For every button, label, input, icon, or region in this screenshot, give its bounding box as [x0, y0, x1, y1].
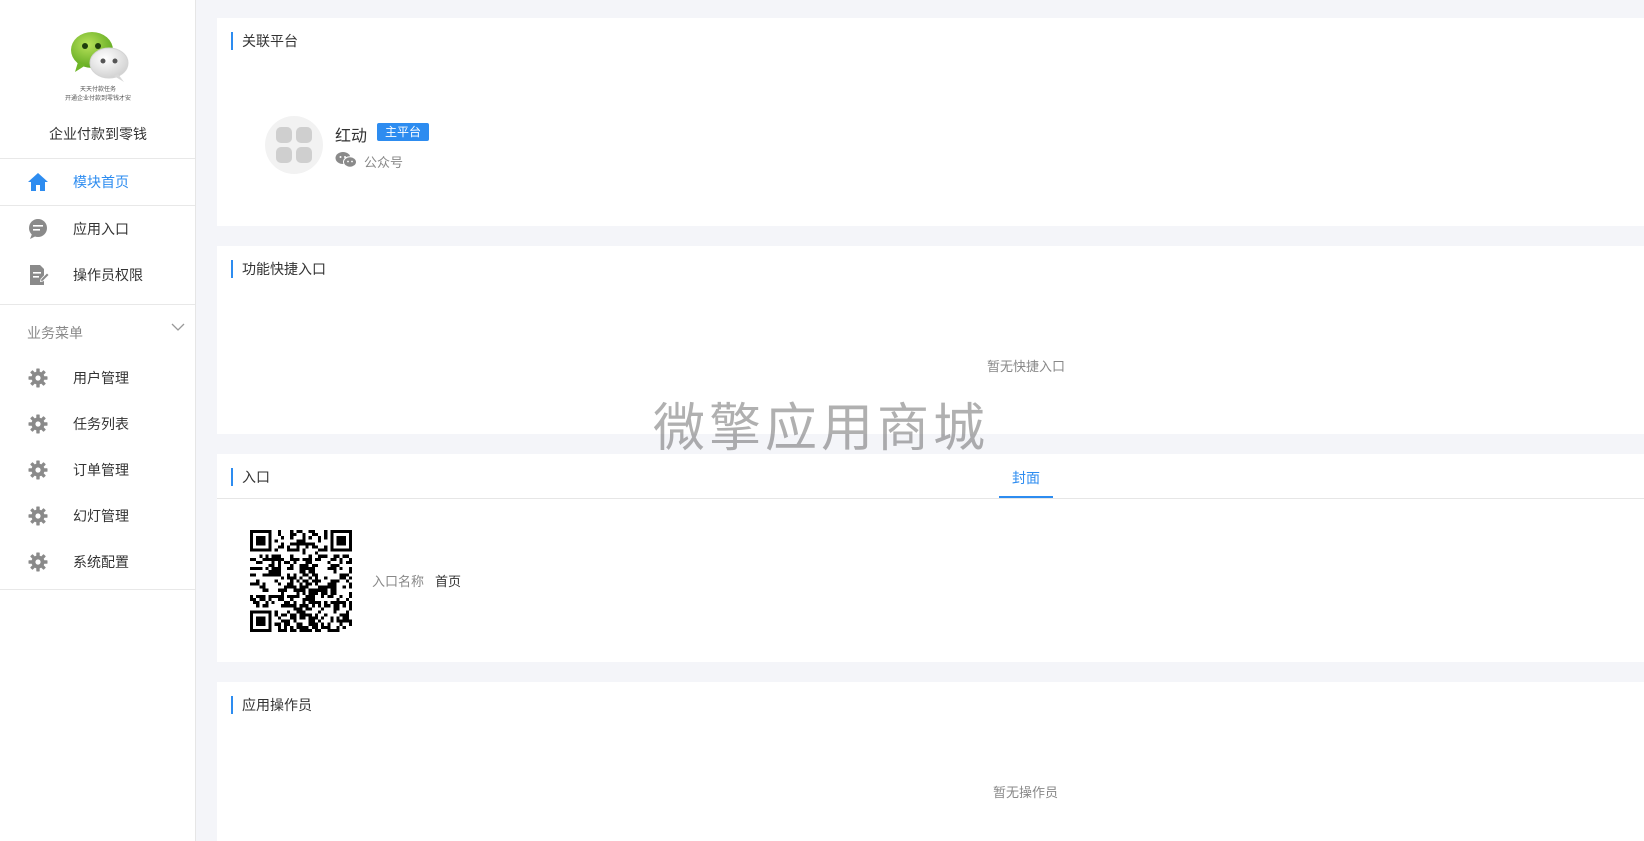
card-title: 应用操作员	[231, 696, 312, 714]
logo-caption-line1: 天天付款任务	[79, 87, 116, 93]
entry-name-value: 首页	[435, 574, 462, 589]
nav-item-label: 应用入口	[73, 221, 129, 237]
tab-cover[interactable]: 封面	[1012, 468, 1040, 488]
app-name: 企业付款到零钱	[49, 126, 147, 142]
linked-platform-card: 关联平台 红动 主平台 公众号	[217, 18, 1644, 226]
business-menu: 业务菜单 用户管理 任务列表 订单管理 幻灯管理 系统配置	[0, 305, 195, 590]
nav-item-label: 模块首页	[73, 174, 129, 190]
menu-item-slide-management[interactable]: 幻灯管理	[0, 493, 195, 539]
chat-bubble-icon	[27, 218, 49, 240]
business-menu-title: 业务菜单	[27, 325, 83, 341]
empty-shortcut-text: 暂无快捷入口	[987, 359, 1066, 374]
platform-type: 公众号	[364, 155, 404, 170]
menu-item-order-management[interactable]: 订单管理	[0, 447, 195, 493]
home-icon	[27, 171, 49, 193]
nav-item-app-entry[interactable]: 应用入口	[0, 206, 195, 252]
menu-item-label: 用户管理	[73, 370, 129, 386]
card-title: 功能快捷入口	[231, 260, 326, 278]
apps-grid-icon	[276, 127, 312, 163]
empty-operator-text: 暂无操作员	[993, 785, 1059, 800]
nav-item-module-home[interactable]: 模块首页	[0, 159, 195, 206]
document-edit-icon	[27, 264, 49, 286]
menu-item-user-management[interactable]: 用户管理	[0, 355, 195, 401]
card-title: 入口	[231, 468, 270, 486]
menu-item-label: 系统配置	[73, 554, 129, 570]
app-operator-card: 应用操作员 暂无操作员	[217, 682, 1644, 841]
entry-card: 入口 封面 入口名称 首页	[217, 454, 1644, 662]
nav-item-operator-permission[interactable]: 操作员权限	[0, 252, 195, 298]
entry-qr-code	[250, 530, 352, 632]
gear-icon	[27, 459, 49, 481]
divider	[217, 498, 1644, 499]
menu-item-system-config[interactable]: 系统配置	[0, 539, 195, 585]
menu-item-task-list[interactable]: 任务列表	[0, 401, 195, 447]
wechat-icon	[335, 152, 357, 168]
chevron-down-icon	[171, 323, 185, 331]
gear-icon	[27, 551, 49, 573]
primary-nav: 模块首页 应用入口 操作员权限	[0, 159, 195, 305]
gear-icon	[27, 413, 49, 435]
gear-icon	[27, 367, 49, 389]
menu-item-label: 任务列表	[73, 416, 129, 432]
main-platform-badge: 主平台	[377, 123, 430, 141]
card-title: 关联平台	[231, 32, 298, 50]
platform-name: 红动	[335, 128, 368, 145]
nav-item-label: 操作员权限	[73, 267, 143, 283]
gear-icon	[27, 505, 49, 527]
entry-name-label: 入口名称	[372, 574, 425, 589]
app-logo-area: 天天付款任务 开通企业付款到零钱才安 企业付款到零钱	[0, 0, 195, 159]
wechat-logo-icon	[71, 32, 129, 82]
platform-avatar	[265, 116, 323, 174]
shortcut-entry-card: 功能快捷入口 暂无快捷入口	[217, 246, 1644, 434]
menu-item-label: 订单管理	[73, 462, 129, 478]
sidebar: 天天付款任务 开通企业付款到零钱才安 企业付款到零钱 模块首页 应用入口 操作员…	[0, 0, 196, 841]
logo-caption-line2: 开通企业付款到零钱才安	[64, 96, 131, 102]
business-menu-header[interactable]: 业务菜单	[0, 305, 195, 355]
menu-item-label: 幻灯管理	[73, 508, 129, 524]
